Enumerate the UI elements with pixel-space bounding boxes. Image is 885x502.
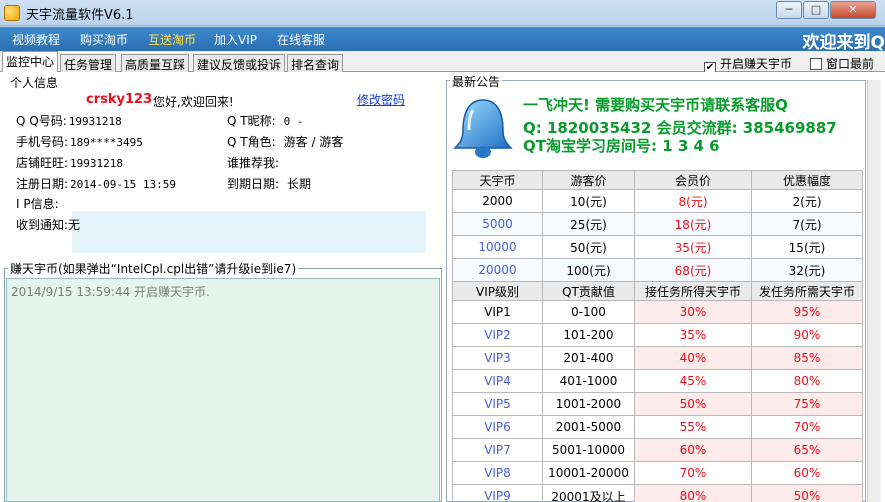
maximize-button[interactable]: □ (803, 1, 829, 19)
personal-info-heading: 个人信息 (8, 74, 61, 91)
table-header-row: 天宇币 游客价 会员价 优惠幅度 (452, 170, 863, 190)
table-header: 优惠幅度 (751, 170, 863, 190)
announcement-line-1: 一飞冲天! 需要购买天宇币请联系客服Q (523, 96, 788, 114)
menu-exchange-coins[interactable]: 互送淘币 (148, 31, 196, 48)
monitor-panel: 个人信息 crsky123 您好,欢迎回来! 修改密码 Q Q号码: 199312… (0, 72, 885, 502)
tab-feedback[interactable]: 建议反馈或投诉 (193, 54, 286, 72)
earn-coins-label: 开启赚天宇币 (720, 57, 793, 71)
table-row: VIP9 20001及以上 80% 50% (452, 484, 863, 502)
wangwang-row: 店铺旺旺: 19931218 (16, 156, 124, 170)
table-row: 5000 25(元) 18(元) 7(元) (452, 212, 863, 236)
table-row: VIP3 201-400 40% 85% (452, 346, 863, 370)
tab-task-management[interactable]: 任务管理 (60, 54, 117, 72)
unchecked-box-icon (810, 58, 822, 70)
minimize-button[interactable]: ─ (776, 1, 802, 19)
expire-date-row: 到期日期: 长期 (227, 177, 312, 191)
menu-bar: 视频教程 购买淘币 互送淘币 加入VIP 在线客服 欢迎来到Q (0, 27, 885, 53)
table-header: QT贡献值 (542, 281, 635, 301)
table-header: VIP级别 (452, 281, 543, 301)
greeting-text: 您好,欢迎回来! (153, 95, 234, 109)
bell-icon (453, 99, 513, 158)
vip-table: VIP级别 QT贡献值 接任务所得天宇币 发任务所需天宇币 VIP1 0-100… (452, 281, 863, 502)
table-header: 会员价 (634, 170, 752, 190)
role-row: Q T角色: 游客 / 游客 (227, 135, 344, 149)
log-entry: 2014/9/15 13:59:44 开启赚天宇币. (11, 285, 210, 299)
table-row: VIP5 1001-2000 50% 75% (452, 392, 863, 416)
table-row: VIP2 101-200 35% 90% (452, 323, 863, 347)
table-row: VIP8 10001-20000 70% 60% (452, 461, 863, 485)
table-row: VIP1 0-100 30% 95% (452, 300, 863, 324)
tab-rank-query[interactable]: 排名查询 (287, 54, 344, 72)
table-row: VIP6 2001-5000 55% 70% (452, 415, 863, 439)
table-header-row: VIP级别 QT贡献值 接任务所得天宇币 发任务所需天宇币 (452, 281, 863, 301)
announcement-heading: 最新公告 (450, 73, 503, 90)
change-password-link[interactable]: 修改密码 (357, 91, 405, 108)
topmost-checkbox[interactable]: 窗口最前 (810, 55, 874, 72)
ip-info-row: I P信息: (16, 197, 59, 211)
notice-row: 收到通知:无 (16, 218, 81, 232)
title-bar: 天宇流量软件V6.1 ─ □ ✕ (0, 0, 885, 26)
table-row: 20000 100(元) 68(元) 32(元) (452, 258, 863, 282)
phone-row: 手机号码: 189****3495 (16, 135, 143, 149)
username: crsky123 (86, 92, 153, 107)
app-icon (4, 5, 20, 21)
price-table: 天宇币 游客价 会员价 优惠幅度 2000 10(元) 8(元) 2(元) 50… (452, 170, 863, 282)
table-row: VIP4 401-1000 45% 80% (452, 369, 863, 393)
earn-coins-heading: 赚天宇币(如果弹出“IntelCpl.cpl出错”请升级ie到ie7) (8, 260, 299, 277)
table-header: 游客价 (542, 170, 635, 190)
table-row: VIP7 5001-10000 60% 65% (452, 438, 863, 462)
qq-number-row: Q Q号码: 19931218 (16, 114, 122, 128)
window-title: 天宇流量软件V6.1 (26, 8, 134, 23)
tab-quality-exchange[interactable]: 高质量互踩 (121, 54, 190, 72)
close-button[interactable]: ✕ (830, 1, 876, 19)
welcome-banner: 欢迎来到Q (802, 33, 885, 53)
announcement-line-3: QT淘宝学习房间号: 1 3 4 6 (523, 137, 720, 155)
table-row: 2000 10(元) 8(元) 2(元) (452, 189, 863, 213)
topmost-label: 窗口最前 (826, 57, 875, 71)
table-header: 发任务所需天宇币 (751, 281, 863, 301)
earn-log-area[interactable]: 2014/9/15 13:59:44 开启赚天宇币. (6, 278, 440, 502)
table-header: 天宇币 (452, 170, 543, 190)
register-date-row: 注册日期: 2014-09-15 13:59 (16, 177, 177, 191)
table-row: 10000 50(元) 35(元) 15(元) (452, 235, 863, 259)
referrer-row: 谁推荐我: (227, 156, 280, 170)
menu-buy-coins[interactable]: 购买淘币 (80, 31, 128, 48)
menu-join-vip[interactable]: 加入VIP (214, 31, 257, 48)
menu-online-support[interactable]: 在线客服 (277, 31, 325, 48)
notice-box (72, 211, 426, 253)
announcement-scrollbar[interactable] (867, 80, 881, 502)
table-header: 接任务所得天宇币 (634, 281, 752, 301)
tab-monitor-center[interactable]: 监控中心 (2, 51, 59, 73)
nickname-row: Q T昵称: 0 - (227, 114, 304, 128)
tab-bar: 监控中心 任务管理 高质量互踩 建议反馈或投诉 排名查询 ✔ 开启赚天宇币 窗口最… (0, 51, 885, 74)
menu-video-tutorial[interactable]: 视频教程 (12, 31, 60, 48)
